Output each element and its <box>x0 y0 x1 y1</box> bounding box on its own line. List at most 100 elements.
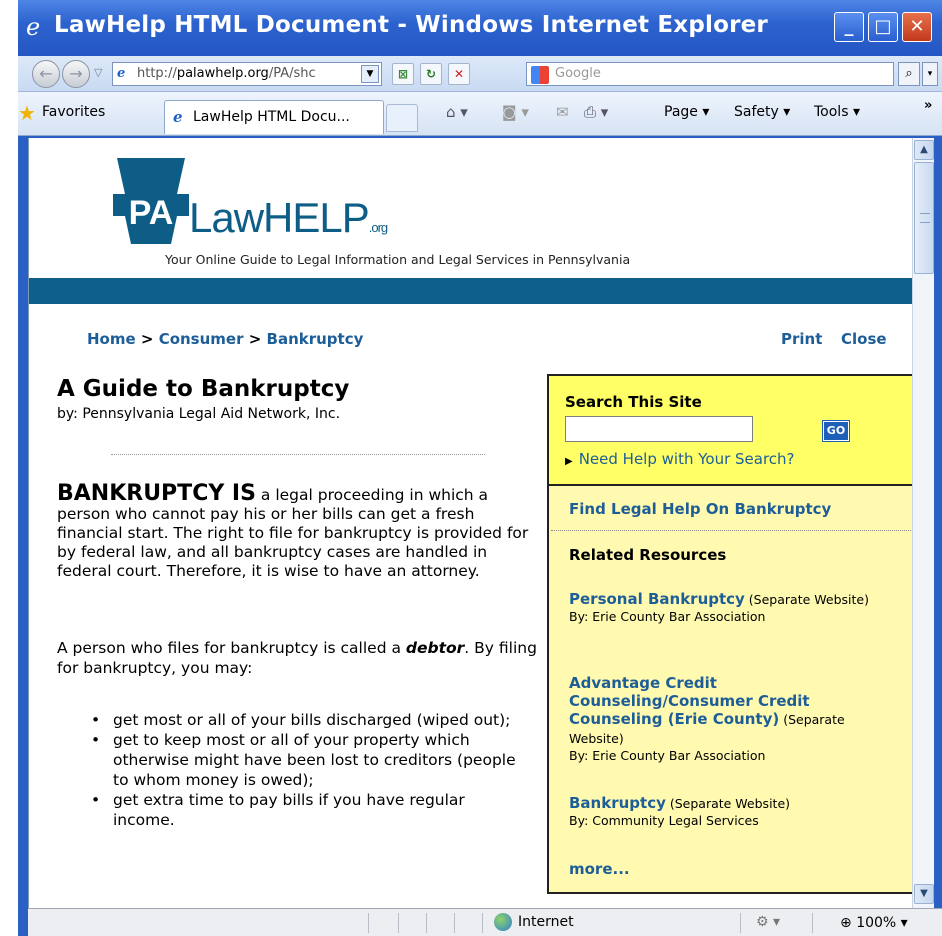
url-field[interactable]: e http://palawhelp.org/PA/shc ▼ <box>112 62 382 86</box>
resource-item: Advantage Credit Counseling/Consumer Cre… <box>569 674 899 764</box>
tab-page-icon: e <box>173 108 183 126</box>
resource-link[interactable]: Advantage Credit Counseling/Consumer Cre… <box>569 674 810 728</box>
site-search-input[interactable] <box>565 416 753 442</box>
read-mail-icon[interactable]: ✉ <box>556 103 569 121</box>
status-divider <box>812 913 813 933</box>
site-logo-wordmark[interactable]: LawHELP.org <box>189 194 388 242</box>
stop-icon[interactable]: ✕ <box>448 63 470 85</box>
print-link[interactable]: Print <box>781 330 822 348</box>
status-divider <box>740 913 741 933</box>
list-item: get most or all of your bills discharged… <box>89 710 519 730</box>
back-button[interactable]: ← <box>32 60 60 88</box>
resource-note: (Separate Website) <box>744 592 869 607</box>
tab-label: LawHelp HTML Docu... <box>193 109 350 125</box>
protected-mode-icon[interactable]: ⚙ ▾ <box>756 914 780 930</box>
breadcrumb-bankruptcy[interactable]: Bankruptcy <box>267 330 364 348</box>
star-icon: ★ <box>18 101 36 125</box>
status-divider <box>426 913 427 933</box>
divider <box>551 530 912 531</box>
breadcrumb-separator: > <box>243 330 267 348</box>
page-viewport: PA LawHELP.org Your Online Guide to Lega… <box>28 138 912 908</box>
close-window-button[interactable]: ✕ <box>902 12 932 42</box>
search-field[interactable]: Google <box>526 62 894 86</box>
svg-text:PA: PA <box>129 194 174 232</box>
status-divider <box>398 913 399 933</box>
browser-window: e LawHelp HTML Document - Windows Intern… <box>18 0 942 936</box>
compatibility-view-icon[interactable]: ⊠ <box>392 63 414 85</box>
debtor-paragraph: A person who files for bankruptcy is cal… <box>57 639 537 677</box>
breadcrumb: Home > Consumer > Bankruptcy <box>87 330 363 348</box>
ie-logo-icon: e <box>26 13 41 41</box>
scroll-thumb[interactable] <box>914 162 934 274</box>
resource-author: By: Community Legal Services <box>569 813 759 828</box>
search-button[interactable]: ⌕ <box>898 62 920 86</box>
refresh-icon[interactable]: ↻ <box>420 63 442 85</box>
breadcrumb-separator: > <box>135 330 159 348</box>
google-icon <box>531 66 549 84</box>
resource-link[interactable]: Bankruptcy <box>569 794 666 812</box>
new-tab-button[interactable] <box>386 104 418 132</box>
safety-menu[interactable]: Safety ▾ <box>734 104 790 120</box>
search-options-dropdown[interactable]: ▾ <box>922 62 938 86</box>
status-divider <box>454 913 455 933</box>
resource-link[interactable]: Personal Bankruptcy <box>569 590 745 608</box>
address-bar: ← → ▽ e http://palawhelp.org/PA/shc ▼ ⊠ … <box>18 56 942 92</box>
maximize-button[interactable]: □ <box>868 12 898 42</box>
related-resources-heading: Related Resources <box>569 546 727 564</box>
lead-phrase: BANKRUPTCY IS <box>57 481 256 506</box>
resource-item: Personal Bankruptcy (Separate Website) B… <box>569 590 899 625</box>
resource-note: (Separate Website) <box>665 796 791 811</box>
status-divider <box>368 913 369 933</box>
security-zone-label[interactable]: Internet <box>518 914 574 930</box>
command-bar: ★ Favorites e LawHelp HTML Docu... ⌂ ▾ ◙… <box>18 92 942 136</box>
url-dropdown-button[interactable]: ▼ <box>361 65 379 83</box>
search-placeholder: Google <box>555 66 601 81</box>
browser-tab[interactable]: e LawHelp HTML Docu... <box>164 100 384 134</box>
page-title: A Guide to Bankruptcy <box>57 376 350 402</box>
list-item: get to keep most or all of your property… <box>89 730 519 790</box>
title-bar: e LawHelp HTML Document - Windows Intern… <box>18 0 942 56</box>
scroll-down-button[interactable]: ▼ <box>914 884 934 904</box>
debtor-term: debtor <box>405 639 465 657</box>
list-item: get extra time to pay bills if you have … <box>89 790 519 830</box>
minimize-button[interactable]: _ <box>834 12 864 42</box>
divider <box>111 454 485 455</box>
internet-zone-icon <box>494 913 512 931</box>
forward-button[interactable]: → <box>62 60 90 88</box>
zoom-level-button[interactable]: ⊕ 100% ▾ <box>840 915 908 931</box>
site-header-bar <box>29 278 912 304</box>
resource-author: By: Erie County Bar Association <box>569 609 766 624</box>
print-icon[interactable]: ⎙ ▾ <box>584 103 608 121</box>
article-byline: by: Pennsylvania Legal Aid Network, Inc. <box>57 406 341 422</box>
search-go-button[interactable]: GO <box>822 420 850 442</box>
status-bar: Internet ⚙ ▾ ⊕ 100% ▾ <box>28 908 942 936</box>
grip-icon <box>920 213 930 223</box>
more-resources-link[interactable]: more... <box>569 860 630 878</box>
find-legal-help-link[interactable]: Find Legal Help On Bankruptcy <box>569 500 831 518</box>
search-help-link[interactable]: Need Help with Your Search? <box>565 450 795 468</box>
benefits-list: get most or all of your bills discharged… <box>89 710 519 830</box>
resource-author: By: Erie County Bar Association <box>569 748 766 763</box>
window-title: LawHelp HTML Document - Windows Internet… <box>54 12 768 38</box>
feeds-icon[interactable]: ◙ ▾ <box>502 103 529 121</box>
site-search-panel: Search This Site GO Need Help with Your … <box>549 376 912 486</box>
favorites-label: Favorites <box>42 104 106 120</box>
recent-pages-dropdown[interactable]: ▽ <box>94 66 102 79</box>
intro-paragraph: BANKRUPTCY IS a legal proceeding in whic… <box>57 481 529 581</box>
vertical-scrollbar[interactable]: ▲ ▼ <box>912 138 934 908</box>
page-icon: e <box>117 66 126 81</box>
site-tagline: Your Online Guide to Legal Information a… <box>165 252 631 267</box>
home-icon[interactable]: ⌂ ▾ <box>446 103 468 121</box>
scroll-up-button[interactable]: ▲ <box>914 140 934 160</box>
breadcrumb-consumer[interactable]: Consumer <box>159 330 244 348</box>
more-commands-button[interactable]: » <box>924 98 932 113</box>
url-text[interactable]: http://palawhelp.org/PA/shc <box>137 66 359 81</box>
sidebar-panel: Search This Site GO Need Help with Your … <box>547 374 912 894</box>
close-link[interactable]: Close <box>841 330 887 348</box>
tools-menu[interactable]: Tools ▾ <box>814 104 860 120</box>
page-menu[interactable]: Page ▾ <box>664 104 709 120</box>
search-panel-title: Search This Site <box>565 393 702 411</box>
resource-item: Bankruptcy (Separate Website) By: Commun… <box>569 794 899 829</box>
status-divider <box>482 913 483 933</box>
breadcrumb-home[interactable]: Home <box>87 330 136 348</box>
